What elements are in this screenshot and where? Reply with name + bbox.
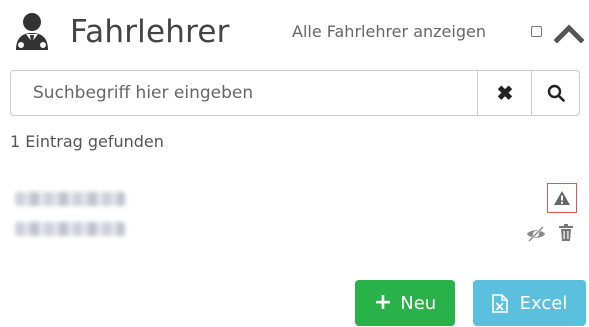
eye-slash-icon[interactable]: [525, 226, 547, 242]
excel-button-label: Excel: [519, 292, 568, 314]
plus-icon: +: [373, 290, 393, 315]
list-item[interactable]: [10, 178, 582, 248]
new-button-label: Neu: [400, 292, 437, 314]
search-input[interactable]: [11, 71, 477, 115]
search-button[interactable]: [531, 71, 580, 115]
trash-icon[interactable]: [558, 224, 574, 242]
clear-search-button[interactable]: ✖: [477, 71, 532, 115]
header: Fahrlehrer Alle Fahrlehrer anzeigen: [12, 10, 584, 56]
excel-button[interactable]: Excel: [473, 280, 586, 326]
entry-subtitle-redacted: [15, 222, 125, 236]
chevron-up-icon[interactable]: [554, 23, 584, 43]
entry-name-redacted: [15, 192, 125, 206]
person-tie-icon: [16, 13, 48, 50]
close-icon: ✖: [496, 82, 514, 105]
warning-icon: [554, 191, 570, 205]
show-all-checkbox[interactable]: [531, 26, 542, 37]
page-title: Fahrlehrer: [70, 14, 230, 50]
new-button[interactable]: + Neu: [355, 280, 455, 326]
result-count: 1 Eintrag gefunden: [10, 132, 164, 151]
search-bar: ✖: [10, 70, 580, 116]
search-icon: [547, 84, 565, 102]
warning-button[interactable]: [547, 183, 577, 213]
show-all-label[interactable]: Alle Fahrlehrer anzeigen: [292, 22, 486, 41]
excel-file-icon: [491, 293, 508, 313]
